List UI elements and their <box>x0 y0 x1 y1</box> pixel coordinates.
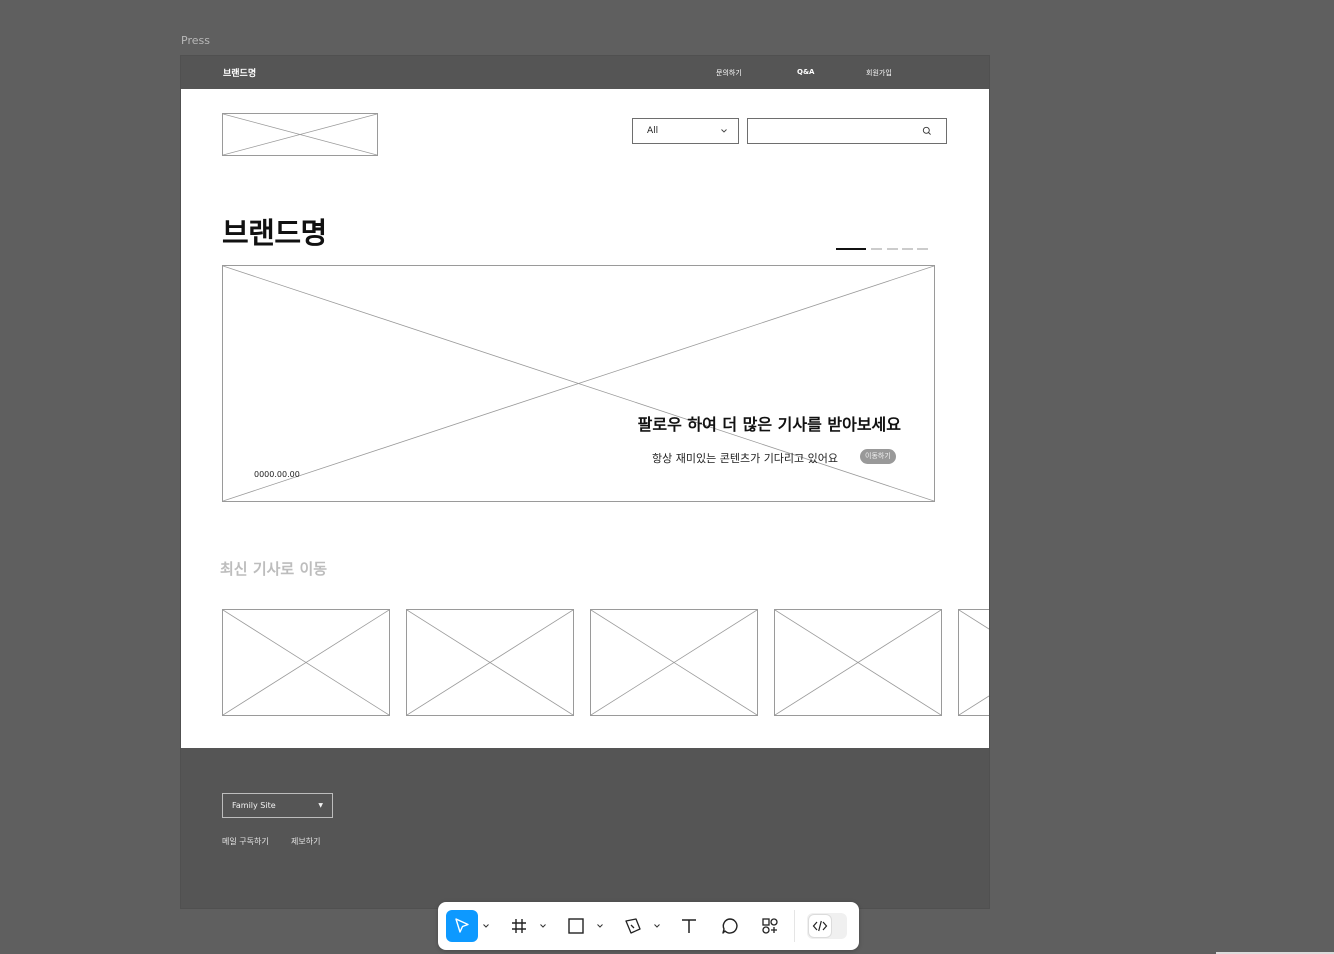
move-button[interactable]: 이동하기 <box>860 449 896 464</box>
footer-link-report[interactable]: 제보하기 <box>291 836 320 847</box>
slide-indicator <box>836 248 928 252</box>
topbar-brand[interactable]: 브랜드명 <box>223 66 256 79</box>
chevron-down-icon <box>721 129 727 133</box>
latest-section-title: 최신 기사로 이동 <box>220 560 328 578</box>
actions-tool-button[interactable] <box>754 910 786 942</box>
dev-mode-toggle[interactable] <box>807 913 847 939</box>
hero-subtext: 항상 재미있는 콘텐츠가 기다리고 있어요 <box>652 452 839 465</box>
cursor-icon <box>455 918 469 933</box>
comment-tool-button[interactable] <box>714 910 746 942</box>
slide-dot[interactable] <box>917 248 928 250</box>
chevron-down-icon[interactable] <box>596 922 604 930</box>
caret-down-icon: ▼ <box>318 802 323 809</box>
text-tool-button[interactable] <box>673 910 705 942</box>
chevron-down-icon[interactable] <box>482 922 490 930</box>
comment-icon <box>722 918 738 934</box>
article-card[interactable] <box>590 609 758 716</box>
family-site-label: Family Site <box>232 801 276 810</box>
top-bar: 브랜드명 문의하기 Q&A 회원가입 <box>181 56 989 89</box>
hero-image-placeholder[interactable] <box>222 265 935 502</box>
logo-placeholder[interactable] <box>222 113 378 156</box>
frame-tool-button[interactable] <box>503 910 535 942</box>
apps-icon <box>762 918 778 934</box>
nav-qna[interactable]: Q&A <box>797 68 814 76</box>
frame-label[interactable]: Press <box>181 34 210 47</box>
slide-dot[interactable] <box>871 248 882 250</box>
footer-link-mail-subscribe[interactable]: 메일 구독하기 <box>222 836 269 847</box>
dev-mode-knob <box>809 915 831 937</box>
article-card[interactable] <box>406 609 574 716</box>
frame-icon <box>512 919 526 933</box>
family-site-select[interactable]: Family Site ▼ <box>222 793 333 818</box>
chevron-down-icon[interactable] <box>653 922 661 930</box>
hero-headline: 팔로우 하여 더 많은 기사를 받아보세요 <box>637 415 901 434</box>
shape-tool-button[interactable] <box>560 910 592 942</box>
page-frame[interactable]: 브랜드명 문의하기 Q&A 회원가입 All 브랜드명 팔로우 하여 더 많은 … <box>181 56 989 908</box>
text-icon <box>682 919 696 933</box>
category-select-value: All <box>647 126 659 136</box>
toolbar-divider <box>794 910 795 942</box>
nav-signup[interactable]: 회원가입 <box>866 68 892 78</box>
hero-date: 0000.00.00 <box>254 470 300 479</box>
search-input[interactable] <box>747 118 947 144</box>
article-card[interactable] <box>222 609 390 716</box>
article-card[interactable] <box>774 609 942 716</box>
article-card[interactable] <box>958 609 989 716</box>
page-title: 브랜드명 <box>222 216 327 250</box>
rectangle-icon <box>568 918 584 934</box>
code-icon <box>812 920 828 932</box>
slide-dot-active[interactable] <box>836 248 866 250</box>
search-icon[interactable] <box>922 126 932 136</box>
category-select[interactable]: All <box>632 118 739 144</box>
move-tool-button[interactable] <box>446 910 478 942</box>
slide-dot[interactable] <box>887 248 898 250</box>
pen-tool-button[interactable] <box>617 910 649 942</box>
nav-contact[interactable]: 문의하기 <box>716 68 742 78</box>
footer: Family Site ▼ 메일 구독하기 제보하기 <box>181 748 989 908</box>
pen-icon <box>625 918 641 934</box>
chevron-down-icon[interactable] <box>539 922 547 930</box>
design-toolbar <box>438 902 859 950</box>
slide-dot[interactable] <box>902 248 913 250</box>
